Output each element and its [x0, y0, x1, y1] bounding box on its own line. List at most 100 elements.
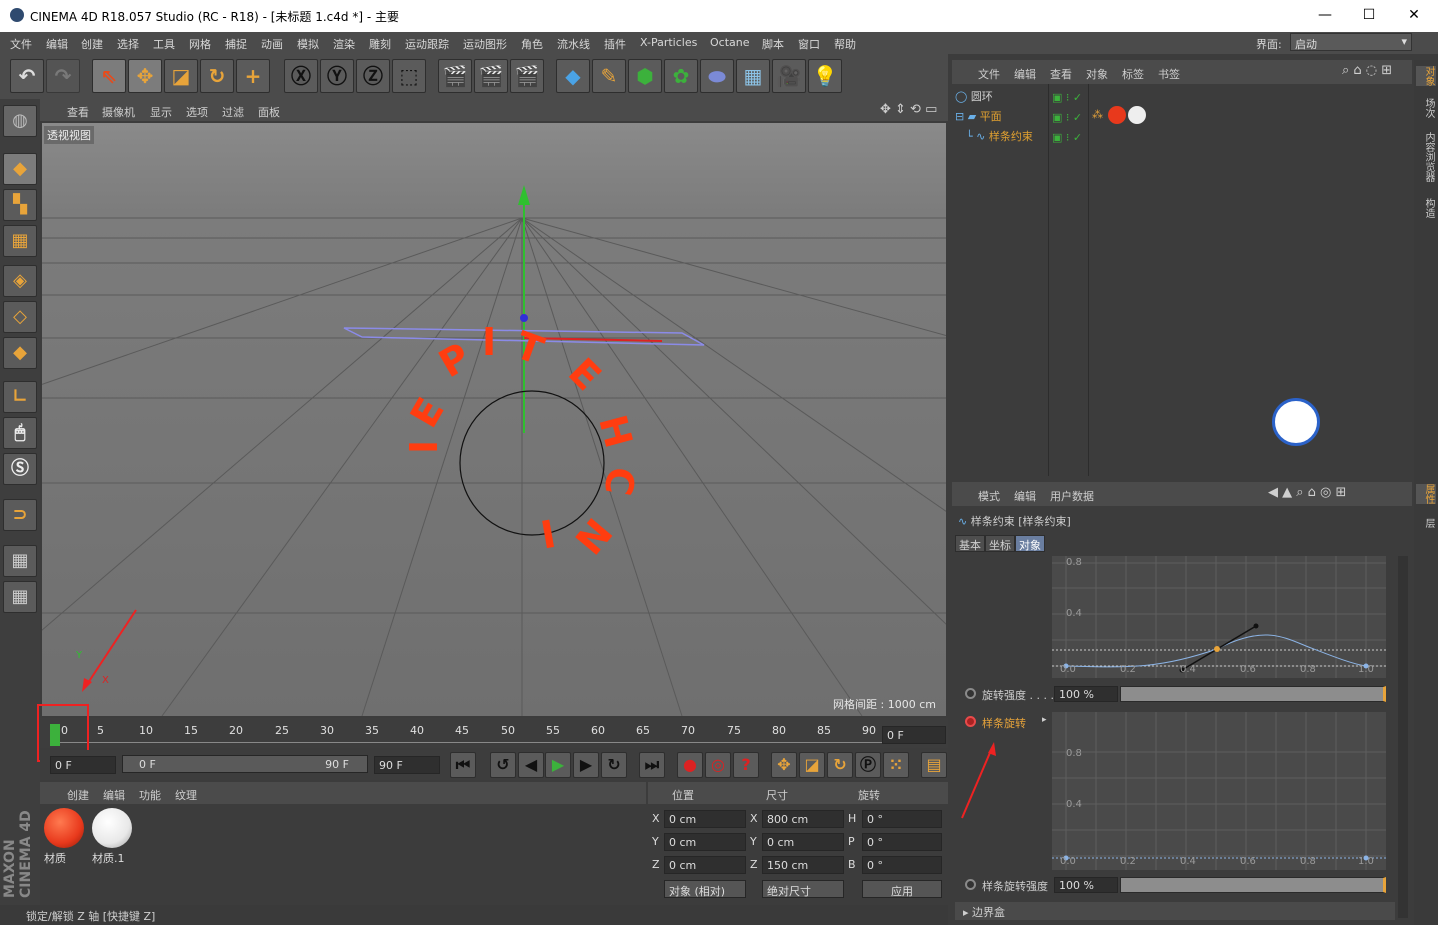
timeline-window-button[interactable]: ▤ — [921, 752, 947, 778]
rot-strength-field[interactable]: 100 % — [1054, 686, 1118, 702]
frame-range-slider[interactable]: 0 F 90 F — [122, 755, 368, 773]
nav-back-icon[interactable]: ◀ ▲ ⌕ ⌂ ◎ ⊞ — [1268, 485, 1346, 500]
obj-menu-bookmarks[interactable]: 书签 — [1158, 66, 1180, 82]
move-tool-button[interactable]: ✥ — [128, 59, 162, 93]
object-row-circle[interactable]: ◯ 圆环 — [955, 88, 1047, 107]
coord-system-button[interactable]: ⬚ — [392, 59, 426, 93]
menu-window[interactable]: 窗口 — [798, 36, 820, 52]
workplane-grid-button[interactable]: ▦ — [3, 581, 37, 613]
menu-animate[interactable]: 动画 — [261, 36, 283, 52]
deformer-button[interactable]: ⬬ — [700, 59, 734, 93]
light-button[interactable]: 💡 — [808, 59, 842, 93]
key-scale-button[interactable]: ◪ — [799, 752, 825, 778]
rot-strength-slider[interactable] — [1120, 686, 1386, 702]
rotation-curve-graph[interactable]: 0.8 0.4 0.0 0.2 0.4 0.6 0.8 1.0 — [1052, 556, 1386, 678]
goto-end-button[interactable]: ⏭ — [639, 752, 665, 778]
material-menu-texture[interactable]: 纹理 — [175, 787, 197, 803]
select-tool-button[interactable]: ⇖ — [92, 59, 126, 93]
rot-strength-anim-toggle[interactable] — [965, 688, 976, 699]
spline-rot-strength-field[interactable]: 100 % — [1054, 877, 1118, 893]
expand-arrow-icon[interactable]: ▸ — [1042, 715, 1047, 725]
key-rotation-button[interactable]: ↻ — [827, 752, 853, 778]
magnet-button[interactable]: ⊃ — [3, 499, 37, 531]
max-frame-field[interactable]: 90 F — [374, 756, 440, 774]
make-editable-button[interactable]: ◍ — [3, 105, 37, 137]
tab-basic[interactable]: 基本 — [955, 535, 985, 552]
menu-edit[interactable]: 编辑 — [46, 36, 68, 52]
menu-file[interactable]: 文件 — [10, 36, 32, 52]
viewport-menu-view[interactable]: 查看 — [67, 104, 89, 120]
next-frame-button[interactable]: ▶ — [573, 752, 599, 778]
model-mode-button[interactable]: ◆ — [3, 153, 37, 185]
cube-button[interactable]: ◆ — [556, 59, 590, 93]
pos-x-field[interactable]: 0 cm — [664, 810, 746, 828]
tab-layers[interactable]: 层 — [1416, 518, 1436, 528]
layout-dropdown[interactable]: 启动 ▾ — [1290, 33, 1412, 51]
pos-y-field[interactable]: 0 cm — [664, 833, 746, 851]
obj-menu-view[interactable]: 查看 — [1050, 66, 1072, 82]
next-key-button[interactable]: ↻ — [601, 752, 627, 778]
menu-render[interactable]: 渲染 — [333, 36, 355, 52]
prev-key-button[interactable]: ↺ — [490, 752, 516, 778]
lock-workplane-button[interactable]: ▦ — [3, 545, 37, 577]
coord-mode-dropdown[interactable]: 对象 (相对) — [664, 880, 746, 898]
texture-mode-button[interactable]: ▚ — [3, 189, 37, 221]
key-position-button[interactable]: ✥ — [771, 752, 797, 778]
visibility-checks[interactable]: ▣ ⁝ ✓ ▣ ⁝ ✓ ▣ ⁝ ✓ — [1052, 88, 1086, 148]
snap-button[interactable]: Ⓢ — [3, 453, 37, 485]
viewport-menu-camera[interactable]: 摄像机 — [102, 104, 135, 120]
menu-mesh[interactable]: 网格 — [189, 36, 211, 52]
object-row-plane[interactable]: ⊟ ▰ 平面 — [955, 108, 1047, 127]
size-x-field[interactable]: 800 cm — [762, 810, 844, 828]
menu-plugins[interactable]: 插件 — [604, 36, 626, 52]
axis-mode-button[interactable]: ∟ — [3, 381, 37, 413]
rot-b-field[interactable]: 0 ° — [862, 856, 942, 874]
material-swatch[interactable]: 材质 — [44, 808, 86, 868]
points-mode-button[interactable]: ◈ — [3, 265, 37, 297]
material-swatch[interactable]: 材质.1 — [92, 808, 134, 868]
attr-menu-mode[interactable]: 模式 — [978, 488, 1000, 504]
tab-takes[interactable]: 场次 — [1416, 98, 1436, 118]
plane-tags[interactable]: ⁂ — [1092, 106, 1150, 124]
menu-simulate[interactable]: 模拟 — [297, 36, 319, 52]
viewport-menu-display[interactable]: 显示 — [150, 104, 172, 120]
camera-button[interactable]: 🎥 — [772, 59, 806, 93]
menu-help[interactable]: 帮助 — [834, 36, 856, 52]
menu-x-particles[interactable]: X-Particles — [640, 36, 697, 49]
size-z-field[interactable]: 150 cm — [762, 856, 844, 874]
rotate-tool-button[interactable]: ↻ — [200, 59, 234, 93]
key-param-button[interactable]: Ⓟ — [855, 752, 881, 778]
menu-mograph[interactable]: 运动图形 — [463, 36, 507, 52]
obj-menu-edit[interactable]: 编辑 — [1014, 66, 1036, 82]
viewport-menu-panel[interactable]: 面板 — [258, 104, 280, 120]
spline-rot-strength-anim-toggle[interactable] — [965, 879, 976, 890]
bounding-box-group[interactable]: ▸ 边界盒 — [955, 902, 1395, 920]
menu-motion-tracking[interactable]: 运动跟踪 — [405, 36, 449, 52]
z-axis-button[interactable]: Ⓩ — [356, 59, 390, 93]
pos-z-field[interactable]: 0 cm — [664, 856, 746, 874]
obj-menu-objects[interactable]: 对象 — [1086, 66, 1108, 82]
floor-button[interactable]: ▦ — [736, 59, 770, 93]
material-menu-edit[interactable]: 编辑 — [103, 787, 125, 803]
attr-menu-userdata[interactable]: 用户数据 — [1050, 488, 1094, 504]
menu-sculpt[interactable]: 雕刻 — [369, 36, 391, 52]
obj-menu-tags[interactable]: 标签 — [1122, 66, 1144, 82]
viewport-menu-filter[interactable]: 过滤 — [222, 104, 244, 120]
tab-coord[interactable]: 坐标 — [985, 535, 1015, 552]
object-row-spline-wrap[interactable]: └ ∿ 样条约束 — [966, 128, 1048, 147]
size-y-field[interactable]: 0 cm — [762, 833, 844, 851]
workplane-mode-button[interactable]: ▦ — [3, 225, 37, 257]
y-axis-button[interactable]: Ⓨ — [320, 59, 354, 93]
render-view-button[interactable]: 🎬 — [438, 59, 472, 93]
undo-button[interactable]: ↶ — [10, 59, 44, 93]
maximize-button[interactable]: ☐ — [1354, 4, 1384, 26]
render-settings-button[interactable]: 🎬 — [510, 59, 544, 93]
key-help-button[interactable]: ? — [733, 752, 759, 778]
edges-mode-button[interactable]: ◇ — [3, 301, 37, 333]
attr-menu-edit[interactable]: 编辑 — [1014, 488, 1036, 504]
material-menu-create[interactable]: 创建 — [67, 787, 89, 803]
render-picture-viewer-button[interactable]: 🎬 — [474, 59, 508, 93]
prev-frame-button[interactable]: ◀ — [518, 752, 544, 778]
menu-select[interactable]: 选择 — [117, 36, 139, 52]
tab-objects[interactable]: 对象 — [1416, 66, 1436, 86]
